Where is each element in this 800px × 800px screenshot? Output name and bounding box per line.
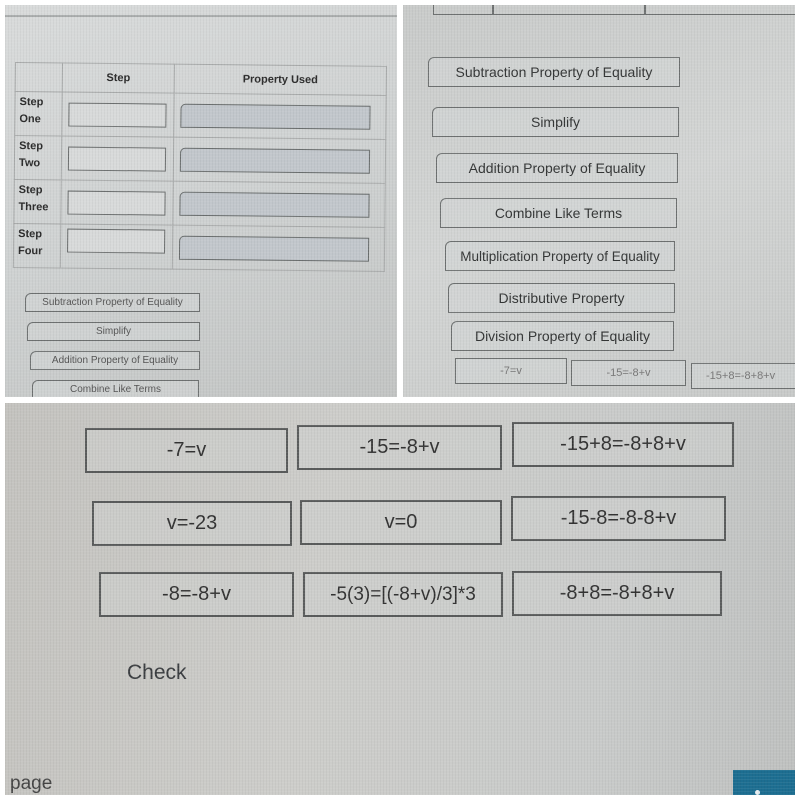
row-label-line1: Step [19, 96, 44, 109]
property-cell [172, 181, 386, 228]
table-row: Step Three [13, 179, 386, 228]
table-header-property: Property Used [174, 64, 387, 96]
step-four-drop-target[interactable] [67, 228, 166, 254]
equation-chip[interactable]: -15=-8+v [297, 425, 502, 470]
table-bottom-edge [433, 5, 795, 15]
button-glyph-icon [755, 790, 760, 795]
row-label-line1: Step [18, 184, 43, 197]
next-button[interactable] [733, 770, 795, 795]
equation-chip[interactable]: -15+8=-8+8+v [512, 422, 734, 467]
property-chip-subtraction[interactable]: Subtraction Property of Equality [428, 57, 680, 87]
row-label-line2: Four [17, 245, 43, 258]
property-chip-addition[interactable]: Addition Property of Equality [30, 351, 200, 370]
property-three-drop-target[interactable] [179, 191, 370, 218]
steps-table: Step Property Used Step One Step Two Step T… [13, 62, 387, 272]
table-header-blank [15, 62, 63, 92]
step-three-drop-target[interactable] [67, 190, 166, 216]
photo-panel-properties: Subtraction Property of Equality Simplif… [403, 5, 795, 397]
property-chip-simplify[interactable]: Simplify [27, 322, 200, 341]
row-label: Step Three [13, 179, 62, 224]
equation-chip[interactable]: v=0 [300, 500, 502, 545]
divider [5, 15, 397, 17]
property-chip-combine[interactable]: Combine Like Terms [440, 198, 677, 228]
equation-chip[interactable]: -15+8=-8+8+v [691, 363, 795, 389]
property-chip-multiplication[interactable]: Multiplication Property of Equality [445, 241, 675, 271]
photo-panel-equations: -7=v -15=-8+v -15+8=-8+8+v v=-23 v=0 -15… [5, 403, 795, 795]
row-label: Step Two [14, 135, 62, 180]
property-chip-distributive[interactable]: Distributive Property [448, 283, 675, 313]
table-header-row: Step Property Used [15, 62, 387, 96]
property-chip-simplify[interactable]: Simplify [432, 107, 679, 137]
equation-chip[interactable]: -15=-8+v [571, 360, 686, 386]
table-row: Step One [14, 91, 387, 140]
step-cell [60, 223, 173, 270]
equation-chip[interactable]: -5(3)=[(-8+v)/3]*3 [303, 572, 503, 617]
property-chip-division[interactable]: Division Property of Equality [451, 321, 674, 351]
table-row: Step Two [14, 135, 386, 184]
row-label-line1: Step [19, 140, 44, 153]
row-label: Step One [14, 91, 63, 136]
row-label-line1: Step [18, 228, 43, 241]
property-chip-addition[interactable]: Addition Property of Equality [436, 153, 678, 183]
equation-chip[interactable]: -7=v [85, 428, 288, 473]
equation-chip[interactable]: -8+8=-8+8+v [512, 571, 722, 616]
check-button[interactable]: Check [127, 661, 187, 685]
equation-chip[interactable]: -7=v [455, 358, 567, 384]
step-cell [61, 135, 174, 182]
property-chip-subtraction[interactable]: Subtraction Property of Equality [25, 293, 200, 312]
property-cell [172, 225, 385, 272]
equation-chip[interactable]: -8=-8+v [99, 572, 294, 617]
step-cell [60, 179, 174, 226]
table-header-step: Step [62, 62, 175, 94]
property-cell [173, 93, 387, 140]
step-two-drop-target[interactable] [67, 146, 167, 172]
property-cell [173, 137, 386, 184]
property-four-drop-target[interactable] [178, 235, 370, 262]
page-label: page [10, 773, 53, 794]
property-one-drop-target[interactable] [180, 103, 371, 130]
step-cell [61, 91, 175, 138]
row-label: Step Four [13, 223, 61, 268]
step-one-drop-target[interactable] [68, 102, 167, 128]
property-two-drop-target[interactable] [179, 147, 371, 174]
equation-chip[interactable]: v=-23 [92, 501, 292, 546]
equation-chip[interactable]: -15-8=-8-8+v [511, 496, 726, 541]
row-label-line2: Two [18, 157, 41, 170]
property-chip-combine[interactable]: Combine Like Terms [32, 380, 199, 397]
table-row: Step Four [13, 223, 385, 272]
row-label-line2: One [19, 113, 41, 126]
row-label-line2: Three [18, 201, 49, 214]
photo-panel-table: Step Property Used Step One Step Two Step T… [5, 5, 397, 397]
